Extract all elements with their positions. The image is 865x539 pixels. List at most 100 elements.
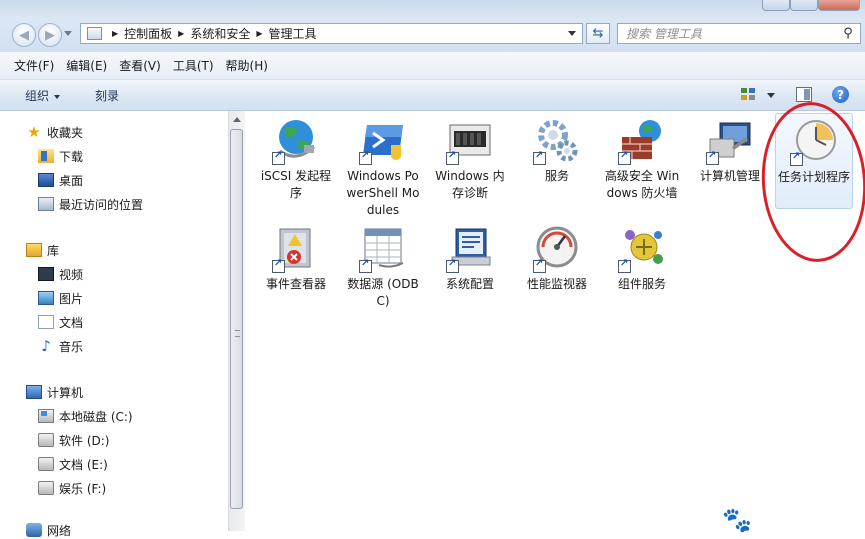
item-powershell-modules[interactable]: Windows PowerShell Modules <box>344 117 422 219</box>
powershell-icon <box>359 117 407 165</box>
nav-item-recent-places[interactable]: 最近访问的位置 <box>38 195 143 213</box>
breadcrumb-separator-icon[interactable]: ▶ <box>256 29 262 38</box>
breadcrumb-separator-icon[interactable]: ▶ <box>112 29 118 38</box>
nav-libraries[interactable]: 库 <box>26 241 59 259</box>
item-performance-monitor[interactable]: 性能监视器 <box>518 225 596 293</box>
item-label: 数据源 (ODBC) <box>347 277 419 308</box>
search-box: ⚲ <box>617 23 861 44</box>
menu-tools[interactable]: 工具(T) <box>173 57 214 74</box>
shortcut-arrow-icon <box>618 150 631 165</box>
shortcut-arrow-icon <box>272 258 285 273</box>
menu-edit[interactable]: 编辑(E) <box>66 57 107 74</box>
breadcrumb-separator-icon[interactable]: ▶ <box>178 29 184 38</box>
item-services[interactable]: 服务 <box>518 117 596 185</box>
firewall-icon <box>618 117 666 165</box>
burn-button[interactable]: 刻录 <box>95 87 119 104</box>
item-computer-management[interactable]: 计算机管理 <box>691 117 769 185</box>
item-advanced-firewall[interactable]: 高级安全 Windows 防火墙 <box>603 117 681 202</box>
music-note-icon: ♪ <box>41 337 51 355</box>
title-bar <box>0 0 865 18</box>
nav-computer[interactable]: 计算机 <box>26 383 83 401</box>
computer-management-icon <box>706 117 754 165</box>
nav-label: 图片 <box>59 291 84 306</box>
network-icon <box>26 523 42 537</box>
address-dropdown-icon[interactable] <box>568 31 576 36</box>
shortcut-arrow-icon <box>359 150 372 165</box>
item-label: iSCSI 发起程序 <box>260 169 332 200</box>
item-label: Windows 内存诊断 <box>435 169 505 200</box>
gears-icon <box>533 117 581 165</box>
refresh-button[interactable]: ⇆ <box>586 23 610 44</box>
computer-icon <box>26 385 42 399</box>
nav-item-desktop[interactable]: 桌面 <box>38 171 83 189</box>
pictures-library-icon <box>38 291 54 305</box>
search-input[interactable] <box>624 24 840 43</box>
item-odbc-data-sources[interactable]: 数据源 (ODBC) <box>344 225 422 310</box>
gauge-icon <box>533 225 581 273</box>
menu-view[interactable]: 查看(V) <box>119 57 161 74</box>
breadcrumb-item[interactable]: 管理工具 <box>269 25 317 42</box>
back-arrow-icon: ◀ <box>19 27 29 43</box>
nav-label: 文档 (E:) <box>59 457 108 472</box>
view-options-dropdown-icon[interactable] <box>767 93 775 98</box>
minimize-button[interactable] <box>762 0 790 11</box>
item-event-viewer[interactable]: 事件查看器 <box>257 225 335 293</box>
nav-label: 文档 <box>59 315 84 330</box>
menu-help[interactable]: 帮助(H) <box>226 57 268 74</box>
shortcut-arrow-icon <box>272 150 285 165</box>
item-label: Windows PowerShell Modules <box>346 169 420 217</box>
item-component-services[interactable]: 组件服务 <box>603 225 681 293</box>
system-config-icon <box>446 225 494 273</box>
recent-pages-dropdown[interactable] <box>64 31 72 36</box>
search-icon[interactable]: ⚲ <box>840 26 856 41</box>
item-label: 服务 <box>544 169 569 183</box>
menu-file[interactable]: 文件(F) <box>14 57 54 74</box>
nav-item-pictures[interactable]: 图片 <box>38 289 83 307</box>
organize-label: 组织 <box>25 89 50 103</box>
recent-places-icon <box>38 197 54 211</box>
nav-item-downloads[interactable]: 下载 <box>38 147 83 165</box>
nav-item-drive-e[interactable]: 文档 (E:) <box>38 455 108 473</box>
item-iscsi-initiator[interactable]: iSCSI 发起程序 <box>257 117 335 202</box>
breadcrumb-item[interactable]: 系统和安全 <box>190 25 250 42</box>
navigation-pane: ★ 收藏夹 下载 桌面 最近访问的位置 库 视频 图片 文档 ♪ 音乐 计算机 … <box>0 111 228 538</box>
nav-label: 库 <box>47 243 60 258</box>
nav-item-drive-d[interactable]: 软件 (D:) <box>38 431 109 449</box>
item-memory-diagnostic[interactable]: Windows 内存诊断 <box>431 117 509 202</box>
item-system-configuration[interactable]: 系统配置 <box>431 225 509 293</box>
change-view-icon[interactable] <box>741 88 755 101</box>
nav-pane-scrollbar[interactable] <box>228 111 245 531</box>
item-label: 事件查看器 <box>265 277 326 291</box>
nav-item-videos[interactable]: 视频 <box>38 265 83 283</box>
address-bar[interactable]: ▶ 控制面板 ▶ 系统和安全 ▶ 管理工具 <box>80 23 583 44</box>
breadcrumb-item[interactable]: 控制面板 <box>124 25 172 42</box>
nav-favorites[interactable]: ★ 收藏夹 <box>26 123 83 141</box>
hard-drive-icon <box>38 457 54 471</box>
item-label: 性能监视器 <box>526 277 587 291</box>
shortcut-arrow-icon <box>618 258 631 273</box>
scroll-up-arrow-icon[interactable] <box>233 117 241 122</box>
odbc-icon <box>359 225 407 273</box>
maximize-button[interactable] <box>790 0 818 11</box>
nav-item-drive-c[interactable]: 本地磁盘 (C:) <box>38 407 133 425</box>
nav-label: 计算机 <box>47 385 84 400</box>
scrollbar-thumb[interactable] <box>230 129 243 509</box>
nav-item-music[interactable]: ♪ 音乐 <box>38 337 83 355</box>
forward-arrow-icon: ▶ <box>45 27 55 43</box>
close-button[interactable] <box>818 0 860 11</box>
back-button[interactable]: ◀ <box>12 23 36 47</box>
memory-chip-icon <box>446 117 494 165</box>
forward-button[interactable]: ▶ <box>38 23 62 47</box>
nav-label: 视频 <box>59 267 84 282</box>
refresh-icon: ⇆ <box>592 26 604 41</box>
command-bar: 组织 刻录 ? <box>0 80 865 111</box>
organize-button[interactable]: 组织 <box>25 87 61 104</box>
shortcut-arrow-icon <box>359 258 372 273</box>
nav-item-documents[interactable]: 文档 <box>38 313 83 331</box>
preview-pane-icon[interactable] <box>796 87 812 102</box>
nav-network[interactable]: 网络 <box>26 521 71 539</box>
help-icon[interactable]: ? <box>832 86 849 103</box>
nav-label: 网络 <box>47 523 72 538</box>
hard-drive-icon <box>38 433 54 447</box>
nav-item-drive-f[interactable]: 娱乐 (F:) <box>38 479 106 497</box>
